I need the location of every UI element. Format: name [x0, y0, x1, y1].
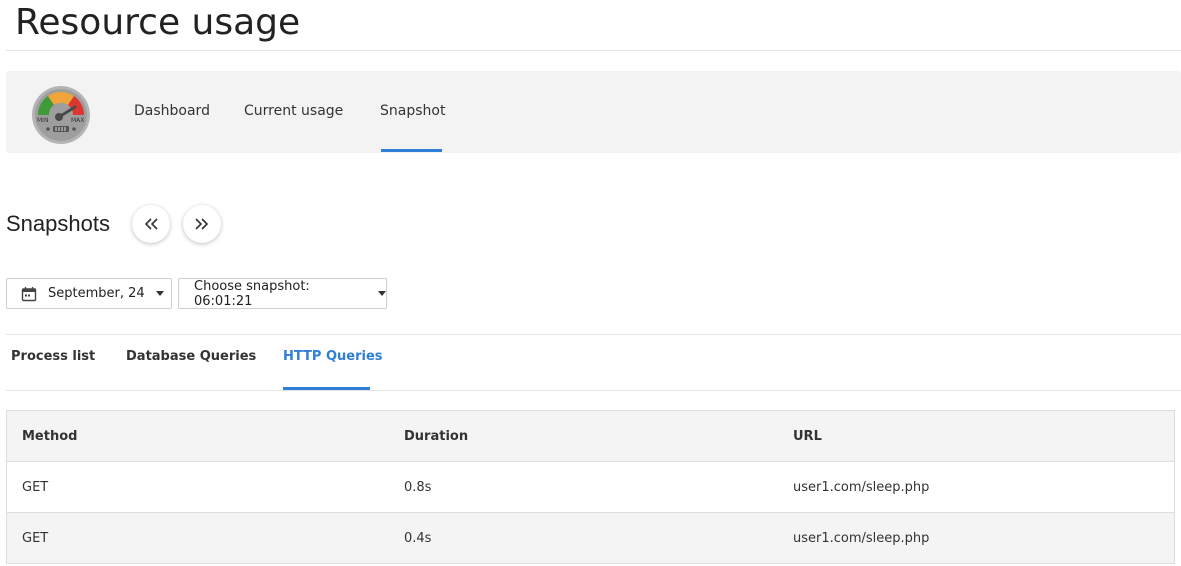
tab-database-queries[interactable]: Database Queries [126, 349, 256, 364]
cell-method: GET [22, 530, 49, 546]
column-header-url[interactable]: URL [778, 429, 1174, 444]
cell-method: GET [22, 479, 49, 495]
title-divider [6, 50, 1181, 51]
subtabs-bottom-divider [6, 390, 1181, 391]
previous-snapshot-button[interactable] [132, 205, 170, 243]
http-queries-table: Method Duration URL GET 0.8s user1.com/s… [6, 410, 1175, 564]
page-title: Resource usage [15, 2, 301, 43]
calendar-icon [21, 286, 37, 301]
tab-http-queries[interactable]: HTTP Queries [283, 349, 383, 364]
gauge-logo-icon: MIN MAX [32, 86, 90, 144]
cell-url: user1.com/sleep.php [793, 530, 930, 546]
tab-dashboard[interactable]: Dashboard [134, 102, 210, 120]
chevron-down-icon [155, 291, 164, 296]
nav-panel: MIN MAX Dashboard Current usage Snapshot [6, 71, 1181, 153]
table-header-row: Method Duration URL [7, 411, 1174, 462]
subtabs-top-divider [6, 334, 1181, 335]
column-header-duration[interactable]: Duration [389, 429, 778, 444]
logo-min-label: MIN [37, 117, 48, 124]
cell-duration: 0.8s [404, 479, 432, 495]
logo-max-label: MAX [71, 117, 84, 124]
column-header-method[interactable]: Method [7, 429, 389, 444]
chevrons-right-icon [195, 218, 209, 230]
chevron-down-icon [378, 291, 386, 296]
cell-url: user1.com/sleep.php [793, 479, 930, 495]
snapshot-picker-dropdown[interactable]: Choose snapshot: 06:01:21 [178, 278, 387, 309]
table-row[interactable]: GET 0.4s user1.com/sleep.php [7, 513, 1174, 564]
tab-snapshot[interactable]: Snapshot [380, 102, 445, 120]
table-row[interactable]: GET 0.8s user1.com/sleep.php [7, 462, 1174, 513]
snapshot-picker-value: Choose snapshot: 06:01:21 [194, 278, 310, 309]
next-snapshot-button[interactable] [183, 205, 221, 243]
active-tab-indicator [381, 149, 442, 152]
snapshots-heading: Snapshots [6, 211, 110, 236]
tab-current-usage[interactable]: Current usage [244, 102, 343, 120]
cell-duration: 0.4s [404, 530, 432, 546]
date-picker-value: September, 24 [48, 286, 145, 301]
tab-process-list[interactable]: Process list [11, 349, 95, 364]
date-picker-dropdown[interactable]: September, 24 [6, 278, 172, 309]
chevrons-left-icon [144, 218, 158, 230]
